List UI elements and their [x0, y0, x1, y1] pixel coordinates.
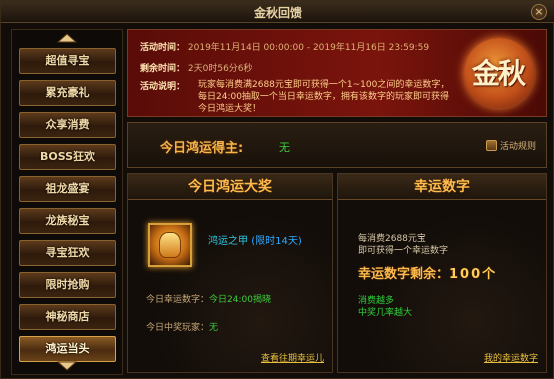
lucky-number-panel: 幸运数字 每消费2688元宝 即可获得一个幸运数字 幸运数字剩余：100个 消费…	[337, 173, 547, 373]
remaining-numbers-label: 幸运数字剩余：	[358, 267, 450, 282]
prize-duration-tag: (限时14天)	[251, 236, 302, 247]
sidebar-item-boss-carnival[interactable]: BOSS狂欢	[19, 144, 116, 170]
lucky-number-title: 幸运数字	[338, 174, 546, 200]
daily-prize-title: 今日鸿运大奖	[128, 174, 332, 200]
scroll-up-icon[interactable]	[44, 32, 90, 44]
scroll-down-icon[interactable]	[44, 360, 90, 372]
event-desc-label: 活动说明：	[140, 82, 186, 92]
event-time-value: 2019年11月14日 00:00:00 - 2019年11月16日 23:59…	[187, 43, 430, 53]
my-lucky-numbers-link[interactable]: 我的幸运数字	[484, 351, 538, 364]
rules-icon	[485, 140, 497, 151]
sidebar-item-recharge-gift[interactable]: 累充豪礼	[19, 80, 116, 106]
armor-shape	[159, 232, 181, 258]
remaining-time-value: 2天0时56分6秒	[187, 64, 253, 74]
daily-winner-label: 今日鸿运得主:	[160, 141, 244, 156]
remaining-numbers-value: 100个	[449, 267, 498, 282]
winning-player-value: 无	[209, 323, 219, 333]
daily-prize-panel: 今日鸿运大奖 鸿运之甲 (限时14天) 今日幸运数字：今日24:00揭晓 今日中…	[127, 173, 333, 373]
rules-button[interactable]: 活动规则	[485, 139, 536, 155]
activity-window: 金秋回馈 × 超值寻宝 累充豪礼 众享消费 BOSS狂欢 祖龙盛宴 龙族秘宝 寻…	[0, 0, 554, 379]
panel-background	[338, 202, 546, 372]
close-button[interactable]: ×	[531, 4, 547, 20]
remaining-numbers: 幸运数字剩余：100个	[358, 263, 497, 282]
event-time-label: 活动时间：	[140, 43, 186, 53]
winning-player-line: 今日中奖玩家：无	[146, 320, 218, 333]
sidebar-item-dragon-feast[interactable]: 祖龙盛宴	[19, 176, 116, 202]
logo-text: 金秋	[471, 57, 526, 90]
sidebar-item-mystery-shop[interactable]: 神秘商店	[19, 304, 116, 330]
lucky-number-value: 今日24:00揭晓	[209, 295, 271, 305]
sidebar-item-super-treasure[interactable]: 超值寻宝	[19, 48, 116, 74]
sidebar-item-dragon-treasure[interactable]: 龙族秘宝	[19, 208, 116, 234]
daily-winner-bar: 今日鸿运得主: 无 活动规则	[127, 122, 547, 168]
rules-label: 活动规则	[499, 142, 536, 152]
lucky-number-label: 今日幸运数字：	[146, 295, 210, 305]
past-winners-link[interactable]: 查看往期幸运儿	[261, 351, 324, 364]
prize-armor-icon[interactable]	[148, 223, 192, 267]
golden-autumn-logo: 金秋	[454, 34, 542, 114]
get-number-line: 即可获得一个幸运数字	[358, 246, 449, 256]
event-desc-text: 玩家每消费满2688元宝即可获得一个1~100之间的幸运数字，每日24:00抽取…	[198, 80, 450, 114]
title-bar: 金秋回馈 ×	[1, 1, 554, 23]
higher-chance-text: 中奖几率越大	[358, 308, 413, 318]
window-title: 金秋回馈	[253, 6, 302, 20]
sidebar-item-treasure-carnival[interactable]: 寻宝狂欢	[19, 240, 116, 266]
event-desc-row: 活动说明：	[140, 79, 185, 92]
prize-name-text: 鸿运之甲	[208, 236, 248, 247]
lucky-number-line: 今日幸运数字：今日24:00揭晓	[146, 292, 271, 305]
winning-player-label: 今日中奖玩家：	[146, 323, 210, 333]
daily-winner-value: 无	[279, 141, 290, 154]
sidebar-item-flash-sale[interactable]: 限时抢购	[19, 272, 116, 298]
sidebar: 超值寻宝 累充豪礼 众享消费 BOSS狂欢 祖龙盛宴 龙族秘宝 寻宝狂欢 限时抢…	[11, 29, 123, 375]
event-time-row: 活动时间： 2019年11月14日 00:00:00 - 2019年11月16日…	[140, 40, 429, 53]
sidebar-item-good-fortune[interactable]: 鸿运当头	[19, 336, 116, 362]
sidebar-item-shared-spending[interactable]: 众享消费	[19, 112, 116, 138]
remaining-time-row: 剩余时间： 2天0时56分6秒	[140, 61, 253, 74]
remaining-time-label: 剩余时间：	[140, 64, 186, 74]
event-banner: 活动时间： 2019年11月14日 00:00:00 - 2019年11月16日…	[127, 29, 547, 117]
prize-name: 鸿运之甲 (限时14天)	[208, 232, 302, 247]
